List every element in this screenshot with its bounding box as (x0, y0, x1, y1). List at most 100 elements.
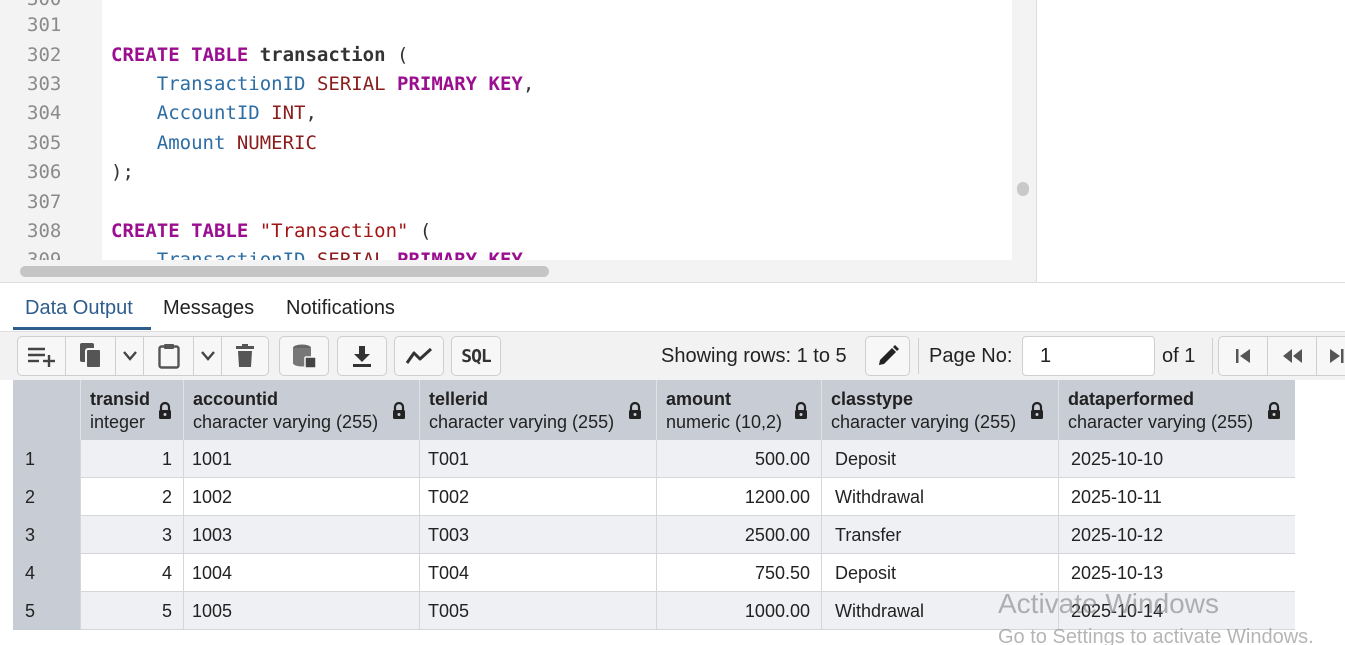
cell-transid[interactable]: 2 (81, 478, 184, 516)
first-page-button[interactable] (1219, 337, 1268, 375)
data-type: SERIAL (316, 73, 386, 95)
cell-transid[interactable]: 3 (81, 516, 184, 554)
cell-tellerid[interactable]: T001 (420, 440, 657, 478)
cell-transid[interactable]: 1 (81, 440, 184, 478)
edit-rows-button[interactable] (866, 337, 909, 375)
database-save-icon (293, 344, 317, 369)
table-row[interactable]: 4 4 1004 T004 750.50 Deposit 2025-10-13 (13, 554, 1295, 592)
grid-header: transid integer accountid character vary… (13, 380, 1295, 440)
row-number[interactable]: 4 (13, 554, 81, 592)
cell-dataperformed[interactable]: 2025-10-13 (1059, 554, 1295, 592)
toolbar-divider (1212, 338, 1213, 374)
code-line: AccountID INT, (111, 99, 317, 128)
page-number-input[interactable] (1022, 336, 1155, 376)
tab-data-output[interactable]: Data Output (25, 297, 133, 327)
punctuation: ); (111, 161, 134, 183)
save-data-button[interactable] (280, 337, 328, 375)
column-type: character varying (255) (429, 412, 615, 432)
keyword: PRIMARY KEY (397, 249, 523, 260)
data-output-toolbar: SQL Showing rows: 1 to 5 Page No: of 1 (0, 332, 1345, 380)
cell-accountid[interactable]: 1005 (184, 592, 420, 630)
cell-transid[interactable]: 5 (81, 592, 184, 630)
lock-icon (393, 402, 405, 419)
cell-accountid[interactable]: 1004 (184, 554, 420, 592)
cell-tellerid[interactable]: T002 (420, 478, 657, 516)
column-name: TransactionID (156, 249, 306, 260)
rewind-icon (1283, 349, 1302, 363)
table-row[interactable]: 3 3 1003 T003 2500.00 Transfer 2025-10-1… (13, 516, 1295, 554)
cell-amount[interactable]: 1200.00 (657, 478, 822, 516)
cell-tellerid[interactable]: T003 (420, 516, 657, 554)
line-number: 307 (27, 191, 62, 213)
sql-editor[interactable]: 300 301 302 303 304 305 306 307 308 309 … (0, 0, 1036, 282)
column-name: tellerid (429, 389, 489, 409)
line-number: 304 (27, 102, 62, 124)
cell-dataperformed[interactable]: 2025-10-12 (1059, 516, 1295, 554)
table-row[interactable]: 2 2 1002 T002 1200.00 Withdrawal 2025-10… (13, 478, 1295, 516)
horizontal-scrollbar-thumb[interactable] (20, 266, 549, 277)
cell-tellerid[interactable]: T004 (420, 554, 657, 592)
column-type: character varying (255) (831, 412, 1017, 432)
sql-button[interactable]: SQL (452, 337, 500, 375)
paste-button[interactable] (144, 337, 194, 375)
tab-messages[interactable]: Messages (163, 297, 254, 327)
cell-classtype[interactable]: Transfer (822, 516, 1059, 554)
tab-notifications[interactable]: Notifications (286, 297, 395, 327)
column-name: dataperformed (1068, 389, 1195, 409)
column-name: classtype (831, 389, 914, 409)
copy-button[interactable] (66, 337, 116, 375)
cell-dataperformed[interactable]: 2025-10-10 (1059, 440, 1295, 478)
row-number[interactable]: 2 (13, 478, 81, 516)
previous-page-button[interactable] (1268, 337, 1317, 375)
cell-classtype[interactable]: Deposit (822, 554, 1059, 592)
cell-accountid[interactable]: 1003 (184, 516, 420, 554)
cell-classtype[interactable]: Deposit (822, 440, 1059, 478)
result-tabs: Data Output Messages Notifications (0, 282, 1345, 332)
column-name: transid (90, 389, 151, 409)
column-header-amount[interactable]: amount numeric (10,2) (657, 380, 822, 440)
vertical-scrollbar-thumb[interactable] (1017, 182, 1029, 196)
column-header-accountid[interactable]: accountid character varying (255) (184, 380, 420, 440)
graph-visualiser-button[interactable] (395, 337, 443, 375)
lock-icon (159, 402, 171, 419)
punctuation: , (522, 73, 535, 95)
paste-options-dropdown[interactable] (194, 337, 222, 375)
cell-amount[interactable]: 750.50 (657, 554, 822, 592)
cell-amount[interactable]: 1000.00 (657, 592, 822, 630)
row-number[interactable]: 5 (13, 592, 81, 630)
delete-button[interactable] (222, 337, 268, 375)
line-number-gutter: 300 301 302 303 304 305 306 307 308 309 (0, 0, 102, 271)
code-area[interactable]: CREATE TABLE transaction ( TransactionID… (102, 0, 1012, 260)
cell-amount[interactable]: 2500.00 (657, 516, 822, 554)
cell-amount[interactable]: 500.00 (657, 440, 822, 478)
copy-options-dropdown[interactable] (116, 337, 144, 375)
cell-transid[interactable]: 4 (81, 554, 184, 592)
cell-dataperformed[interactable]: 2025-10-11 (1059, 478, 1295, 516)
column-name: AccountID (156, 102, 260, 124)
vertical-scrollbar-track[interactable] (1012, 0, 1036, 282)
column-header-transid[interactable]: transid integer (81, 380, 184, 440)
column-header-classtype[interactable]: classtype character varying (255) (822, 380, 1059, 440)
next-page-button[interactable] (1317, 337, 1345, 375)
download-button[interactable] (338, 337, 386, 375)
column-name: Amount (156, 132, 226, 154)
cell-classtype[interactable]: Withdrawal (822, 478, 1059, 516)
lock-icon (795, 402, 807, 419)
table-name: transaction (259, 44, 386, 66)
code-line: CREATE TABLE "Transaction" ( (111, 217, 431, 246)
add-row-button[interactable] (18, 337, 66, 375)
chevron-down-icon (200, 351, 215, 361)
line-number: 306 (27, 161, 62, 183)
cell-accountid[interactable]: 1001 (184, 440, 420, 478)
line-number: 308 (27, 220, 62, 242)
row-number[interactable]: 1 (13, 440, 81, 478)
column-header-dataperformed[interactable]: dataperformed character varying (255) (1059, 380, 1295, 440)
line-chart-icon (405, 347, 433, 364)
cell-accountid[interactable]: 1002 (184, 478, 420, 516)
table-row[interactable]: 1 1 1001 T001 500.00 Deposit 2025-10-10 (13, 440, 1295, 478)
row-number[interactable]: 3 (13, 516, 81, 554)
activate-windows-hint: Go to Settings to activate Windows. (998, 626, 1314, 645)
right-panel (1036, 0, 1345, 282)
cell-tellerid[interactable]: T005 (420, 592, 657, 630)
column-header-tellerid[interactable]: tellerid character varying (255) (420, 380, 657, 440)
